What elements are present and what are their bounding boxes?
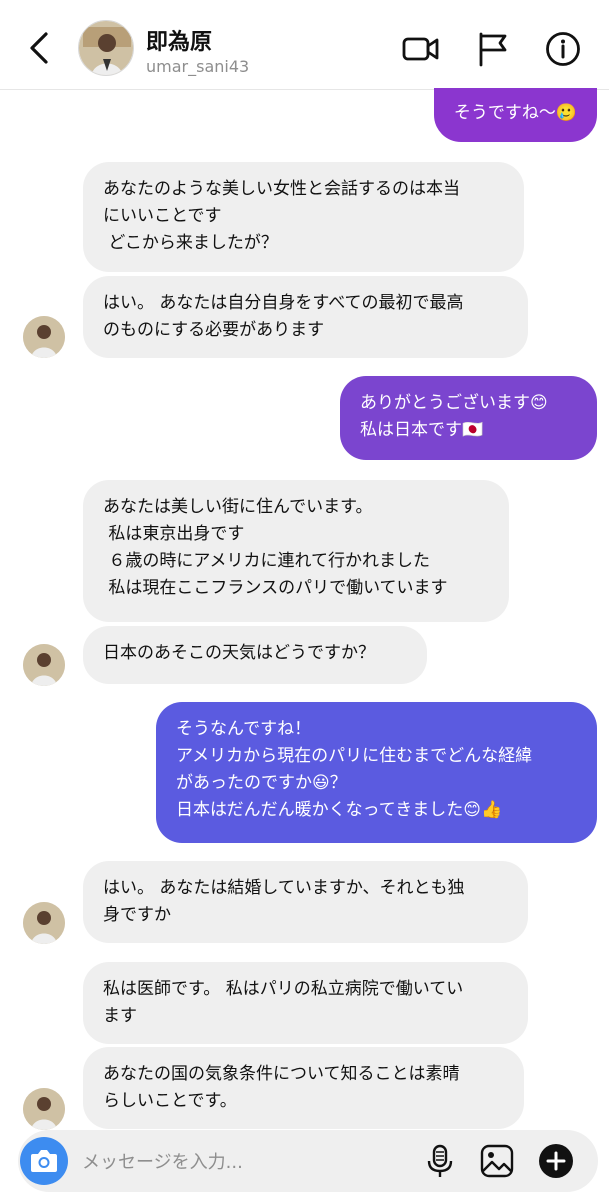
info-icon[interactable]: [544, 30, 582, 68]
camera-button[interactable]: [20, 1137, 68, 1185]
avatar[interactable]: [78, 20, 134, 76]
message-outgoing[interactable]: そうですね〜🥲: [433, 88, 597, 142]
message-incoming[interactable]: あなたの国の気象条件について知ることは素晴 らしいことです。: [83, 1047, 524, 1129]
camera-icon: [31, 1150, 57, 1172]
message-incoming[interactable]: 私は医師です。 私はパリの私立病院で働いてい ます: [83, 962, 528, 1044]
microphone-icon[interactable]: [422, 1143, 458, 1179]
contact-username[interactable]: umar_sani43: [146, 57, 249, 76]
chevron-left-icon[interactable]: [22, 28, 58, 68]
contact-name[interactable]: 即為原: [146, 24, 212, 56]
message-outgoing[interactable]: そうなんですね！ アメリカから現在のパリに住むまでどんな経緯 があったのですか😃…: [156, 702, 597, 843]
message-incoming[interactable]: あなたは美しい街に住んでいます。 私は東京出身です ６歳の時にアメリカに連れて行…: [83, 480, 509, 622]
avatar[interactable]: [23, 316, 65, 358]
message-incoming[interactable]: はい。 あなたは結婚していますか、それとも独 身ですか: [83, 861, 528, 943]
message-outgoing[interactable]: ありがとうございます😊 私は日本です🇯🇵: [340, 376, 597, 460]
avatar[interactable]: [23, 644, 65, 686]
message-input[interactable]: メッセージを入力...: [82, 1148, 243, 1174]
message-incoming[interactable]: あなたのような美しい女性と会話するのは本当 にいいことです どこから来ましたが？: [83, 162, 524, 272]
message-incoming[interactable]: はい。 あなたは自分自身をすべての最初で最高 のものにする必要があります: [83, 276, 528, 358]
video-call-icon[interactable]: [402, 30, 440, 68]
flag-icon[interactable]: [474, 30, 512, 68]
chat-header: 即為原 umar_sani43: [0, 0, 609, 90]
plus-icon[interactable]: [538, 1143, 574, 1179]
avatar[interactable]: [23, 902, 65, 944]
message-incoming[interactable]: 日本のあそこの天気はどうですか？: [83, 626, 427, 684]
image-icon[interactable]: [479, 1143, 515, 1179]
avatar[interactable]: [23, 1088, 65, 1130]
